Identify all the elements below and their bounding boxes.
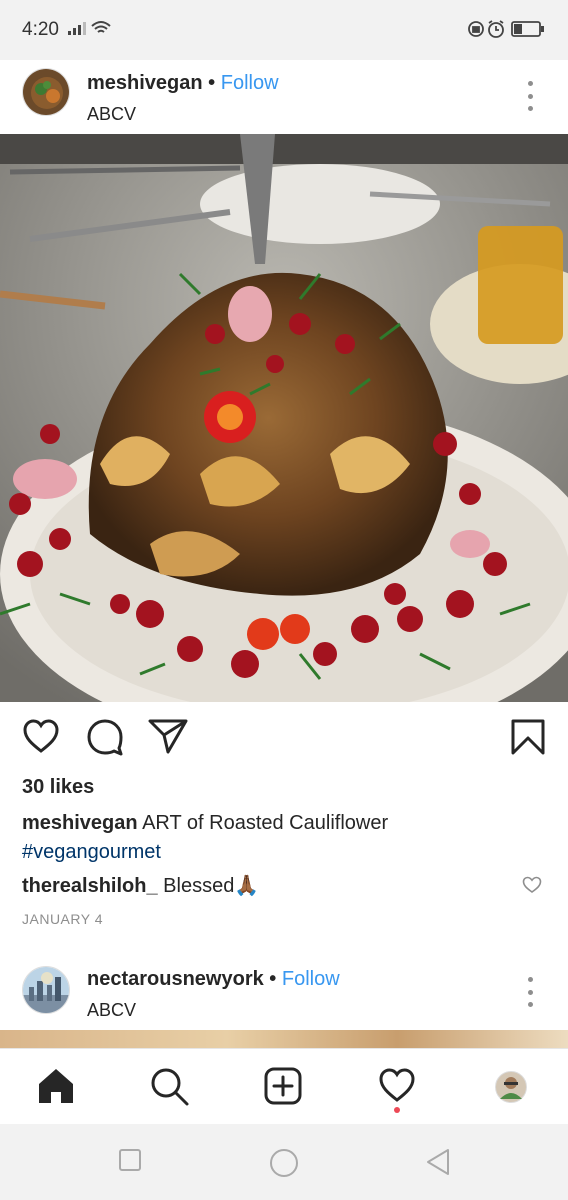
comment-username[interactable]: therealshiloh_ xyxy=(22,875,158,897)
post-photo[interactable] xyxy=(0,134,568,702)
post-date: JANUARY 4 xyxy=(22,911,104,927)
comment-icon[interactable] xyxy=(86,718,124,756)
lock-rotation-icon xyxy=(468,21,484,37)
wifi-icon xyxy=(91,21,111,33)
status-icons-left xyxy=(68,19,112,42)
post-actions xyxy=(0,702,568,774)
battery-icon xyxy=(511,21,544,37)
caption-username[interactable]: meshivegan xyxy=(22,812,138,834)
avatar[interactable] xyxy=(22,68,70,116)
post-username-row: meshivegan • Follow xyxy=(87,72,279,95)
notification-dot xyxy=(394,1107,400,1113)
caption-hashtag[interactable]: #vegangourmet xyxy=(22,841,161,863)
likes-count[interactable]: 30 likes xyxy=(22,776,94,799)
post-location-2[interactable]: ABCV xyxy=(87,1000,136,1021)
comment-text: Blessed🙏🏾 xyxy=(163,875,260,897)
back-icon[interactable] xyxy=(425,1148,451,1176)
comment: therealshiloh_ Blessed🙏🏾 xyxy=(22,873,259,898)
profile-avatar[interactable] xyxy=(495,1071,527,1103)
follow-button-2[interactable]: Follow xyxy=(282,968,340,990)
post-location[interactable]: ABCV xyxy=(87,104,136,125)
system-nav-bar xyxy=(0,1124,568,1200)
status-bar: 4:20 xyxy=(0,0,568,60)
new-post-icon[interactable] xyxy=(264,1067,302,1105)
home-system-icon[interactable] xyxy=(269,1148,299,1178)
post-photo-2-preview[interactable] xyxy=(0,1030,568,1048)
post-username-row-2: nectarousnewyork • Follow xyxy=(87,968,340,991)
signal-icon xyxy=(68,22,86,35)
home-icon[interactable] xyxy=(37,1067,75,1105)
share-send-icon[interactable] xyxy=(148,718,188,754)
avatar-2[interactable] xyxy=(22,966,70,1014)
recent-apps-icon[interactable] xyxy=(118,1148,142,1172)
post-username[interactable]: meshivegan xyxy=(87,72,203,94)
follow-button[interactable]: Follow xyxy=(221,72,279,94)
search-icon[interactable] xyxy=(150,1067,190,1107)
post-header: meshivegan • Follow ABCV xyxy=(0,60,568,134)
separator-dot: • xyxy=(208,72,216,94)
post-username-2[interactable]: nectarousnewyork xyxy=(87,968,264,990)
caption-text: ART of Roasted Cauliflower xyxy=(142,812,389,834)
more-options-icon[interactable] xyxy=(520,81,540,111)
comment-like-heart-icon[interactable] xyxy=(522,876,542,894)
status-icons-right xyxy=(468,19,546,44)
bottom-nav xyxy=(0,1048,568,1124)
post-caption: meshivegan ART of Roasted Cauliflower #v… xyxy=(22,809,542,867)
bookmark-icon[interactable] xyxy=(510,718,546,756)
like-heart-icon[interactable] xyxy=(22,718,60,754)
more-options-icon-2[interactable] xyxy=(520,977,540,1007)
separator-dot-2: • xyxy=(269,968,277,990)
status-time: 4:20 xyxy=(22,19,59,40)
activity-heart-icon[interactable] xyxy=(378,1067,416,1103)
alarm-icon xyxy=(488,20,504,38)
post-header-2: nectarousnewyork • Follow ABCV xyxy=(0,954,568,1030)
